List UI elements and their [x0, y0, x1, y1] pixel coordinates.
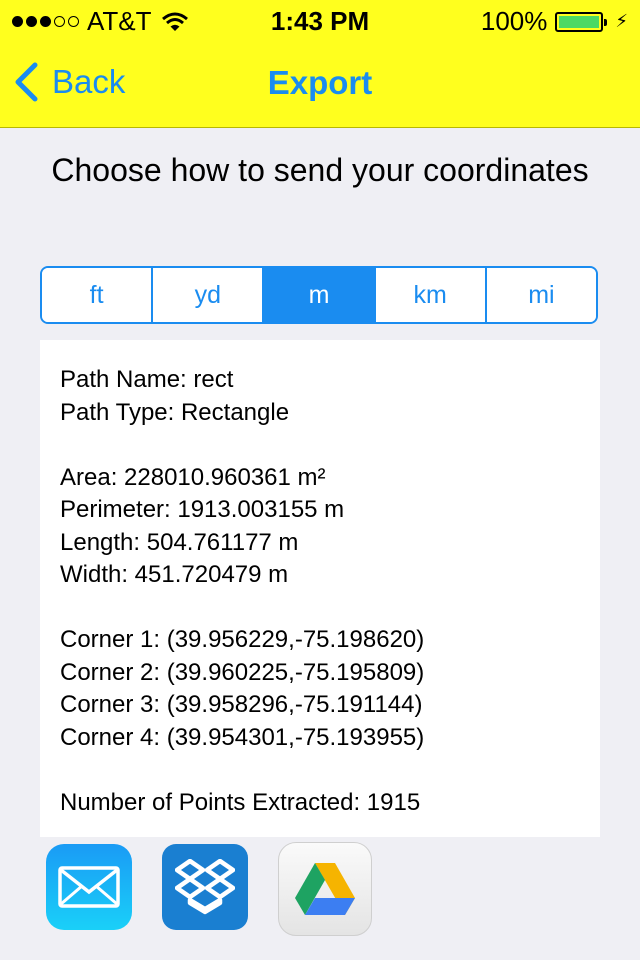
- path-type-text: Path Type: Rectangle: [60, 398, 290, 426]
- corner-3-text: Corner 3: (39.958296,-75.191144): [60, 691, 423, 718]
- corner-4-text: Corner 4: (39.954301,-75.193955): [60, 723, 425, 751]
- perimeter-text: Perimeter: 1913.003155 m: [60, 496, 345, 523]
- unit-option-yd[interactable]: yd: [151, 268, 263, 322]
- length-text: Length: 504.761177 m: [60, 528, 299, 556]
- status-bar: AT&T 1:43 PM 100% ⚡: [0, 0, 640, 40]
- charging-icon: ⚡: [615, 11, 628, 31]
- mail-button[interactable]: [46, 844, 132, 930]
- mail-icon: [58, 866, 120, 908]
- corner-1-text: Corner 1: (39.956229,-75.198620): [60, 626, 425, 653]
- unit-option-ft[interactable]: ft: [42, 268, 152, 322]
- page-title: Export: [267, 64, 373, 101]
- corner-2-text: Corner 2: (39.960225,-75.195809): [60, 658, 425, 686]
- battery-nub: [604, 18, 608, 26]
- google-drive-button[interactable]: [278, 842, 372, 936]
- area-text: Area: 228010.960361 m²: [60, 463, 326, 491]
- unit-option-km[interactable]: km: [373, 268, 485, 322]
- status-right: 100% ⚡: [481, 6, 628, 37]
- instructions-heading: Choose how to send your coordinates: [51, 152, 589, 188]
- unit-option-m[interactable]: m: [262, 268, 374, 322]
- battery-icon: [555, 11, 608, 32]
- unit-option-mi[interactable]: mi: [484, 268, 596, 322]
- battery-level: [559, 15, 600, 28]
- navigation-header: AT&T 1:43 PM 100% ⚡ Back Export: [0, 0, 640, 128]
- share-options: [46, 842, 372, 936]
- dropbox-button[interactable]: [162, 844, 248, 930]
- width-text: Width: 451.720479 m: [60, 561, 289, 588]
- path-name-text: Path Name: rect: [60, 366, 234, 393]
- google-drive-icon: [295, 863, 355, 915]
- points-extracted-text: Number of Points Extracted: 1915: [60, 788, 421, 816]
- battery-percent: 100%: [480, 6, 548, 36]
- units-segmented-control: ft yd m km mi: [40, 266, 598, 324]
- coordinates-summary: Path Name: rect Path Type: Rectangle Are…: [40, 340, 600, 837]
- dropbox-icon: [175, 859, 235, 915]
